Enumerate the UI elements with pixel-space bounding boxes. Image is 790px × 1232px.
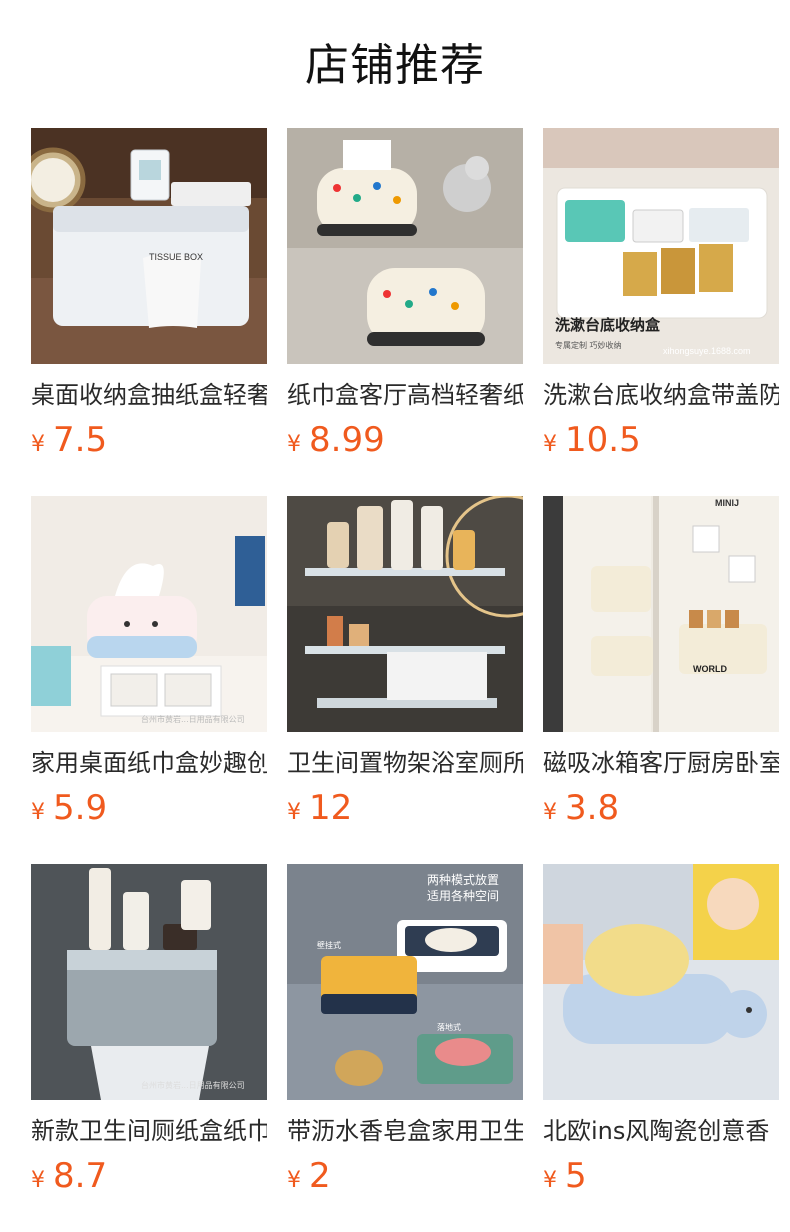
- product-price: ¥3.8: [543, 786, 779, 830]
- price-value: 7.5: [53, 420, 108, 460]
- product-image[interactable]: 台州市黄岩...日用品有限公司: [31, 496, 267, 732]
- product-name[interactable]: 磁吸冰箱客厅厨房卧室: [543, 746, 779, 780]
- product-name[interactable]: 新款卫生间厕纸盒纸巾: [31, 1114, 267, 1148]
- product-price: ¥12: [287, 786, 523, 830]
- image-label: 壁挂式: [317, 940, 341, 950]
- price-value: 3.8: [565, 788, 620, 828]
- price-value: 8.99: [309, 420, 385, 460]
- currency-symbol: ¥: [31, 800, 45, 825]
- product-card[interactable]: 台州市黄岩...日用品有限公司 家用桌面纸巾盒妙趣创 ¥5.9: [31, 496, 267, 830]
- price-value: 2: [309, 1156, 331, 1196]
- product-card[interactable]: WORLD MINIJ 磁吸冰箱客厅厨房卧室 ¥3.8: [543, 496, 779, 830]
- product-card[interactable]: 北欧ins风陶瓷创意香 ¥5: [543, 864, 779, 1198]
- currency-symbol: ¥: [543, 800, 557, 825]
- currency-symbol: ¥: [31, 432, 45, 457]
- image-watermark: 台州市黄岩...日用品有限公司: [141, 714, 245, 724]
- product-image[interactable]: [287, 496, 523, 732]
- product-price: ¥2: [287, 1154, 523, 1198]
- product-image[interactable]: WORLD MINIJ: [543, 496, 779, 732]
- product-name[interactable]: 洗漱台底收纳盒带盖防: [543, 378, 779, 412]
- image-watermark: 台州市黄岩...日用品有限公司: [141, 1080, 245, 1090]
- price-value: 8.7: [53, 1156, 108, 1196]
- product-image[interactable]: 两种模式放置 适用各种空间 壁挂式 落地式: [287, 864, 523, 1100]
- product-name[interactable]: 带沥水香皂盒家用卫生: [287, 1114, 523, 1148]
- product-price: ¥8.7: [31, 1154, 267, 1198]
- product-image[interactable]: 台州市黄岩...日用品有限公司: [31, 864, 267, 1100]
- product-image-text: WORLD: [693, 664, 727, 674]
- product-image[interactable]: TISSUE BOX: [31, 128, 267, 364]
- product-name[interactable]: 北欧ins风陶瓷创意香: [543, 1114, 779, 1148]
- product-price: ¥7.5: [31, 418, 267, 462]
- product-image-subtext: 适用各种空间: [427, 888, 499, 903]
- product-image[interactable]: 洗漱台底收纳盒 专属定制 巧妙收纳 xihongsuye.1688.com: [543, 128, 779, 364]
- product-image-text: 两种模式放置: [427, 872, 499, 887]
- product-name[interactable]: 桌面收纳盒抽纸盒轻奢: [31, 378, 267, 412]
- currency-symbol: ¥: [543, 432, 557, 457]
- product-image-subtext: 专属定制 巧妙收纳: [555, 340, 622, 350]
- page-title: 店铺推荐: [305, 40, 485, 91]
- product-image[interactable]: [543, 864, 779, 1100]
- price-value: 12: [309, 788, 353, 828]
- product-name[interactable]: 纸巾盒客厅高档轻奢纸: [287, 378, 523, 412]
- product-card[interactable]: 洗漱台底收纳盒 专属定制 巧妙收纳 xihongsuye.1688.com 洗漱…: [543, 128, 779, 462]
- product-card[interactable]: 台州市黄岩...日用品有限公司 新款卫生间厕纸盒纸巾 ¥8.7: [31, 864, 267, 1198]
- currency-symbol: ¥: [287, 800, 301, 825]
- image-watermark: xihongsuye.1688.com: [663, 346, 751, 356]
- product-card[interactable]: 两种模式放置 适用各种空间 壁挂式 落地式 带沥水香皂盒家用卫生 ¥2: [287, 864, 523, 1198]
- product-price: ¥5.9: [31, 786, 267, 830]
- product-card[interactable]: 卫生间置物架浴室厕所 ¥12: [287, 496, 523, 830]
- product-card[interactable]: 纸巾盒客厅高档轻奢纸 ¥8.99: [287, 128, 523, 462]
- image-label: 落地式: [437, 1022, 461, 1032]
- price-value: 5.9: [53, 788, 108, 828]
- price-value: 5: [565, 1156, 587, 1196]
- product-name[interactable]: 家用桌面纸巾盒妙趣创: [31, 746, 267, 780]
- product-price: ¥5: [543, 1154, 779, 1198]
- currency-symbol: ¥: [543, 1168, 557, 1193]
- currency-symbol: ¥: [31, 1168, 45, 1193]
- product-card[interactable]: TISSUE BOX 桌面收纳盒抽纸盒轻奢 ¥7.5: [31, 128, 267, 462]
- currency-symbol: ¥: [287, 1168, 301, 1193]
- product-image-text: TISSUE BOX: [149, 252, 203, 262]
- product-price: ¥10.5: [543, 418, 779, 462]
- product-price: ¥8.99: [287, 418, 523, 462]
- product-image-subtext: MINIJ: [715, 498, 739, 508]
- currency-symbol: ¥: [287, 432, 301, 457]
- product-image[interactable]: [287, 128, 523, 364]
- price-value: 10.5: [565, 420, 641, 460]
- product-name[interactable]: 卫生间置物架浴室厕所: [287, 746, 523, 780]
- product-image-text: 洗漱台底收纳盒: [555, 316, 661, 334]
